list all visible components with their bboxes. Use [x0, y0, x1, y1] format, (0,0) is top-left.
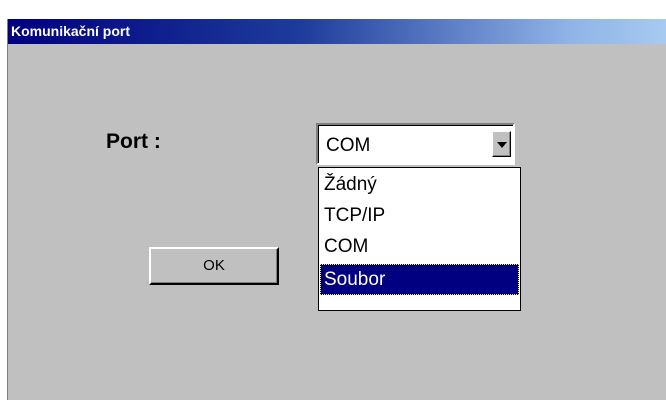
- ok-button[interactable]: OK: [149, 247, 279, 285]
- dropdown-option-com[interactable]: COM: [320, 231, 519, 262]
- port-combobox[interactable]: COM: [316, 123, 515, 165]
- dropdown-option-zadny[interactable]: Žádný: [320, 169, 519, 200]
- dropdown-arrow-button[interactable]: [492, 131, 511, 157]
- port-dropdown-list[interactable]: Žádný TCP/IP COM Soubor: [318, 167, 521, 311]
- dropdown-option-soubor[interactable]: Soubor: [320, 264, 519, 295]
- chevron-down-icon: [497, 142, 507, 148]
- dialog-window: Komunikační port Port : COM Žádný TCP/IP…: [7, 19, 666, 400]
- window-title: Komunikační port: [11, 23, 131, 39]
- dropdown-option-tcpip[interactable]: TCP/IP: [320, 200, 519, 231]
- title-bar[interactable]: Komunikační port: [8, 19, 666, 44]
- port-label: Port :: [106, 130, 161, 153]
- port-combobox-value: COM: [326, 135, 371, 156]
